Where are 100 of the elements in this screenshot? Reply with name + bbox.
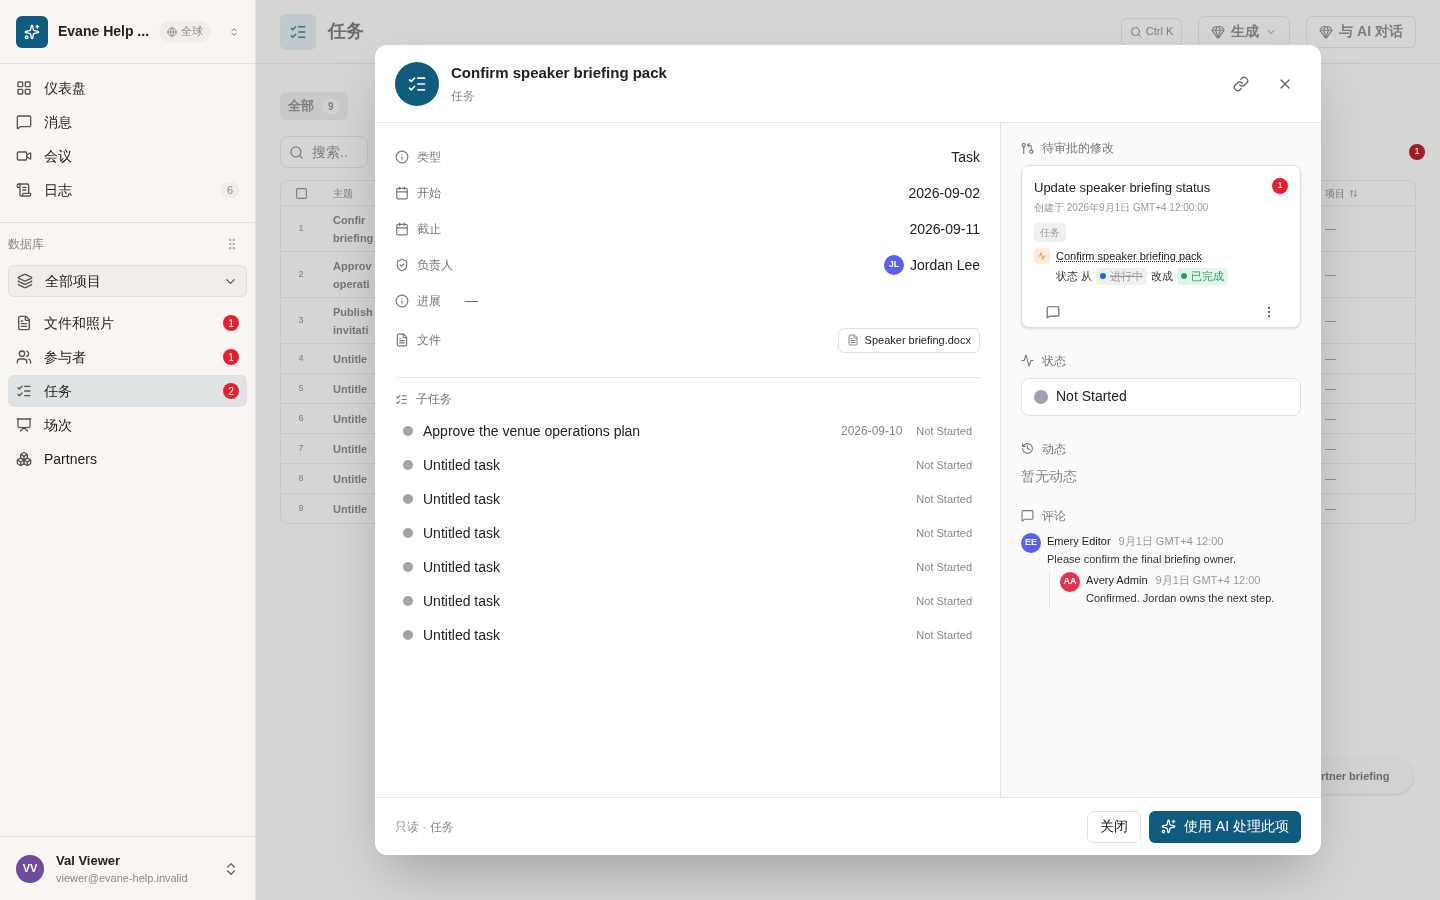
section-label: 待审批的修改 xyxy=(1042,140,1114,157)
row-number: 6 xyxy=(298,411,304,425)
field-value: 2026-09-02 xyxy=(908,183,980,203)
comment-time: 9月1日 GMT+4 12:00 xyxy=(1155,572,1261,588)
subtask-title: Untitled task xyxy=(423,557,502,577)
sidebar-item[interactable]: 消息 xyxy=(8,106,247,138)
row-number: 3 xyxy=(298,313,304,327)
subtask-row[interactable]: Untitled task Not Started xyxy=(395,618,980,652)
sidebar-item[interactable]: 会议 xyxy=(8,140,247,172)
subtask-row[interactable]: Untitled task Not Started xyxy=(395,550,980,584)
subtask-title: Untitled task xyxy=(423,489,502,509)
project-cell-text: — xyxy=(1325,351,1336,367)
calendar-icon xyxy=(395,186,409,200)
sidebar-item[interactable]: Partners xyxy=(8,443,247,475)
search-icon xyxy=(289,144,304,160)
comment-icon[interactable] xyxy=(1046,304,1060,319)
document-icon xyxy=(16,315,32,331)
created-date: 创建于 2026年9月1日 GMT+4 12:00:00 xyxy=(1034,200,1210,215)
subtask-row[interactable]: Approve the venue operations plan 2026-09-10 Not Started xyxy=(395,414,980,448)
collection-select[interactable]: 全部项目 xyxy=(8,265,247,297)
pulse-icon xyxy=(1021,354,1034,367)
subtask-status: Not Started xyxy=(916,457,972,473)
field-label: 开始 xyxy=(417,185,442,202)
project-cell-text: — xyxy=(1325,267,1336,283)
chat-bubble-icon xyxy=(16,114,32,130)
project-cell-text: — xyxy=(1325,221,1336,237)
calendar-icon xyxy=(395,222,409,236)
logo-icon xyxy=(16,15,48,48)
dialog-subtitle: 任务 xyxy=(451,87,476,105)
close-button[interactable]: 关闭 xyxy=(1087,810,1141,843)
comment-author: Avery Admin xyxy=(1086,572,1148,588)
sidebar-item[interactable]: 文件和照片 1 xyxy=(8,307,247,339)
checklist-icon xyxy=(395,392,408,406)
user-name: Val Viewer xyxy=(56,851,122,870)
person-name: Jordan Lee xyxy=(909,255,980,275)
avatar: EE xyxy=(1021,532,1041,553)
gem-icon xyxy=(1319,24,1334,39)
alert-badge: 2 xyxy=(223,383,239,399)
row-number: 7 xyxy=(298,441,304,455)
subtask-status: Not Started xyxy=(916,491,972,507)
project-cell-text: — xyxy=(1325,441,1336,457)
subject-cell-text: Publish invitati xyxy=(333,304,373,338)
sidebar-item[interactable]: 日志 6 xyxy=(8,174,247,206)
document-icon xyxy=(846,334,859,346)
alert-badge: 1 xyxy=(223,349,239,365)
link-icon[interactable] xyxy=(1233,75,1249,92)
avatar: JL xyxy=(883,255,904,275)
project-cell-text: — xyxy=(1325,411,1336,427)
workspace-name[interactable]: Evane Help ... xyxy=(58,21,150,42)
sidebar-item[interactable]: 场次 xyxy=(8,409,247,441)
section-label: 动态 xyxy=(1042,440,1066,458)
field-label: 负责人 xyxy=(417,257,454,274)
comment-author: Emery Editor xyxy=(1047,533,1111,549)
shield-icon xyxy=(395,258,409,272)
sidebar-item[interactable]: 仪表盘 xyxy=(8,72,247,104)
footer-note: 只读 · 任务 xyxy=(395,818,455,836)
row-number: 2 xyxy=(298,267,304,281)
floating-button[interactable]: rtner briefing xyxy=(1321,758,1413,794)
info-icon xyxy=(395,294,409,308)
subtask-status: Not Started xyxy=(916,423,972,439)
subtask-status: Not Started xyxy=(916,627,972,643)
record-link[interactable]: Confirm speaker briefing pack xyxy=(1056,247,1203,264)
subtask-status: Not Started xyxy=(916,525,972,541)
video-camera-icon xyxy=(16,148,32,164)
subject-cell-text: Untitle xyxy=(333,381,368,397)
people-icon xyxy=(16,349,32,365)
section-label: 状态 xyxy=(1042,352,1066,370)
tag: 任务 xyxy=(1034,222,1066,242)
globe-icon xyxy=(167,26,178,37)
subject-cell-text: Approv operati xyxy=(333,258,372,292)
row-number: 8 xyxy=(298,471,304,485)
subtask-row[interactable]: Untitled task Not Started xyxy=(395,482,980,516)
subject-cell-text: Untitle xyxy=(333,471,368,487)
file-chip[interactable]: Speaker briefing.docx xyxy=(837,327,980,353)
field-value: Task xyxy=(951,147,980,167)
change-title: Update speaker briefing status xyxy=(1034,179,1211,197)
info-icon xyxy=(395,150,409,164)
pull-request-icon xyxy=(1021,141,1034,155)
field-label: 截止 xyxy=(417,221,442,238)
row-number: 9 xyxy=(298,501,304,515)
sidebar-item[interactable]: 任务 2 xyxy=(8,375,247,407)
sidebar-item[interactable]: 参与者 1 xyxy=(8,341,247,373)
ai-button[interactable]: 使用 AI 处理此项 xyxy=(1149,810,1301,843)
field-label: 进展 xyxy=(417,293,442,310)
checkbox[interactable] xyxy=(294,186,308,200)
page-title: 任务 xyxy=(328,20,364,43)
subtask-title: Untitled task xyxy=(423,455,502,475)
subject-cell-text: Confir briefing xyxy=(333,212,374,246)
comment-time: 9月1日 GMT+4 12:00 xyxy=(1118,533,1224,549)
subtask-row[interactable]: Untitled task Not Started xyxy=(395,584,980,618)
subtask-row[interactable]: Untitled task Not Started xyxy=(395,448,980,482)
checklist-icon xyxy=(280,13,316,50)
boxes-icon xyxy=(16,451,32,467)
change-label: 状态 从 xyxy=(1056,269,1093,284)
status-select[interactable]: Not Started xyxy=(1021,377,1301,416)
wave-icon xyxy=(1034,247,1050,264)
search-icon xyxy=(1129,25,1142,38)
row-number: 4 xyxy=(298,351,304,365)
subtask-row[interactable]: Untitled task Not Started xyxy=(395,516,980,550)
old-status: 进行中 xyxy=(1096,268,1148,285)
